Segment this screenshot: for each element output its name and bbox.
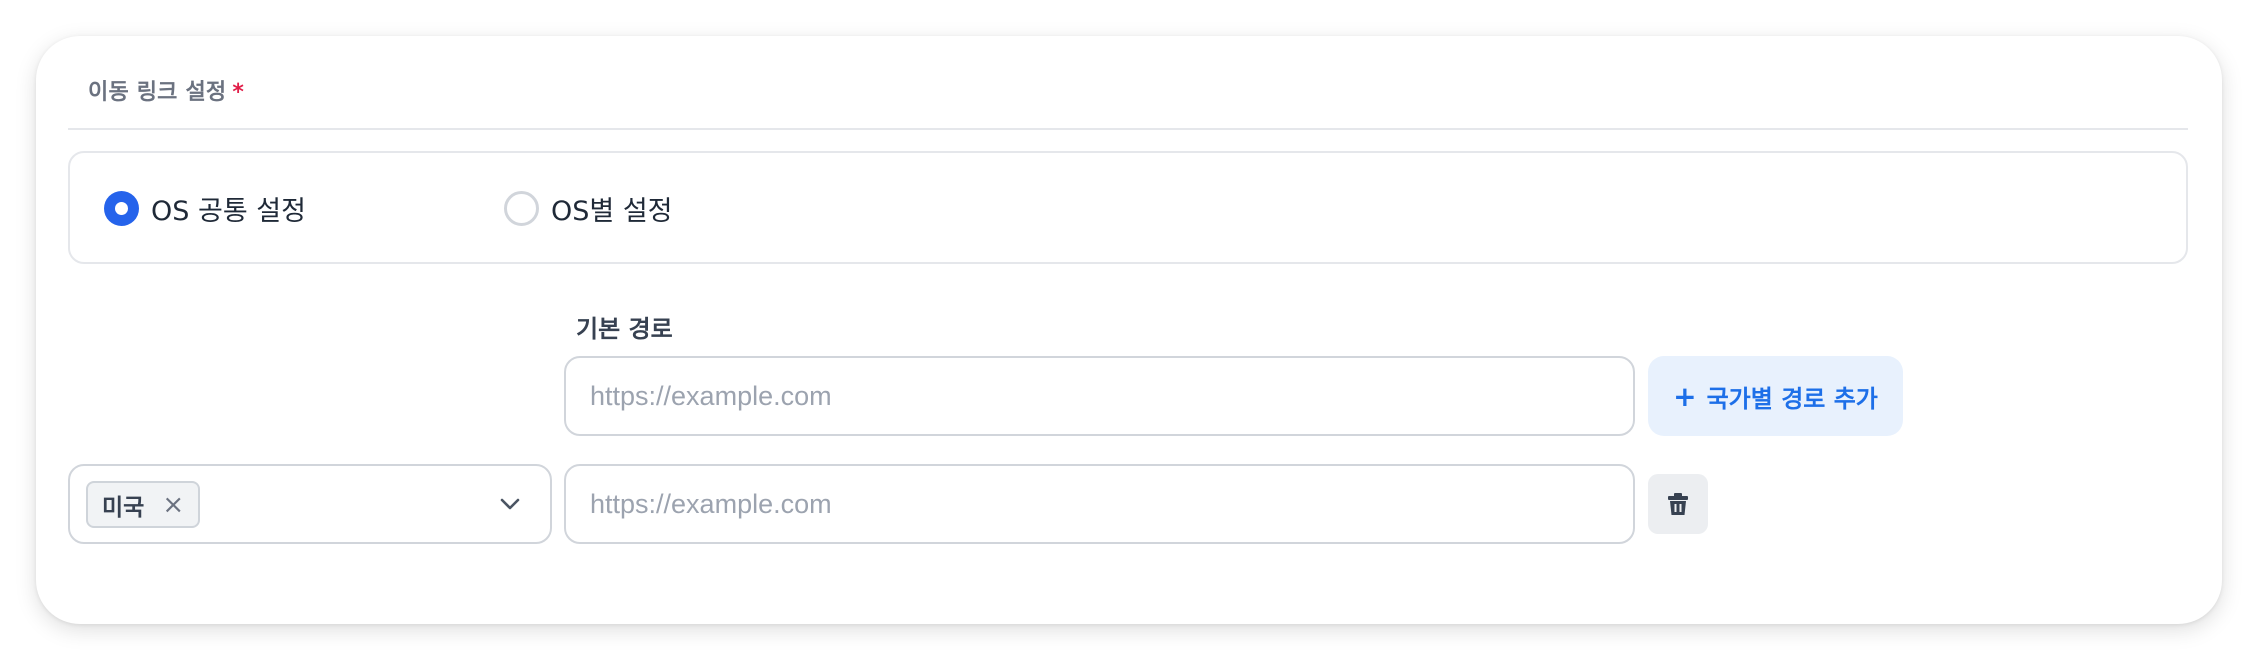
- base-path-label: 기본 경로: [576, 315, 673, 343]
- radio-os-specific-label: OS별 설정: [551, 195, 673, 227]
- country-select[interactable]: 미국 ×: [68, 464, 552, 544]
- section-divider: [68, 128, 2188, 130]
- chevron-down-icon[interactable]: [498, 492, 522, 516]
- section-title: 이동 링크 설정 *: [88, 74, 244, 106]
- section-title-text: 이동 링크 설정: [88, 80, 227, 105]
- delete-country-path-button[interactable]: [1648, 474, 1708, 534]
- radio-os-common[interactable]: OS 공통 설정: [104, 189, 306, 227]
- trash-icon: [1668, 493, 1688, 515]
- country-chip: 미국 ×: [86, 481, 201, 528]
- radio-os-common-label: OS 공통 설정: [151, 195, 306, 227]
- country-chip-label: 미국: [102, 494, 145, 521]
- radio-os-specific[interactable]: OS별 설정: [504, 189, 673, 227]
- base-path-input[interactable]: [564, 356, 1635, 436]
- radio-unchecked-icon[interactable]: [504, 190, 539, 226]
- plus-icon: +: [1673, 379, 1697, 413]
- country-path-input[interactable]: [564, 464, 1635, 544]
- add-country-path-button[interactable]: + 국가별 경로 추가: [1648, 356, 1903, 436]
- close-icon[interactable]: ×: [162, 492, 184, 518]
- radio-checked-icon[interactable]: [104, 190, 139, 226]
- os-mode-radio-group: [68, 151, 2188, 264]
- add-country-path-label: 국가별 경로 추가: [1706, 384, 1878, 413]
- required-mark: *: [232, 80, 245, 105]
